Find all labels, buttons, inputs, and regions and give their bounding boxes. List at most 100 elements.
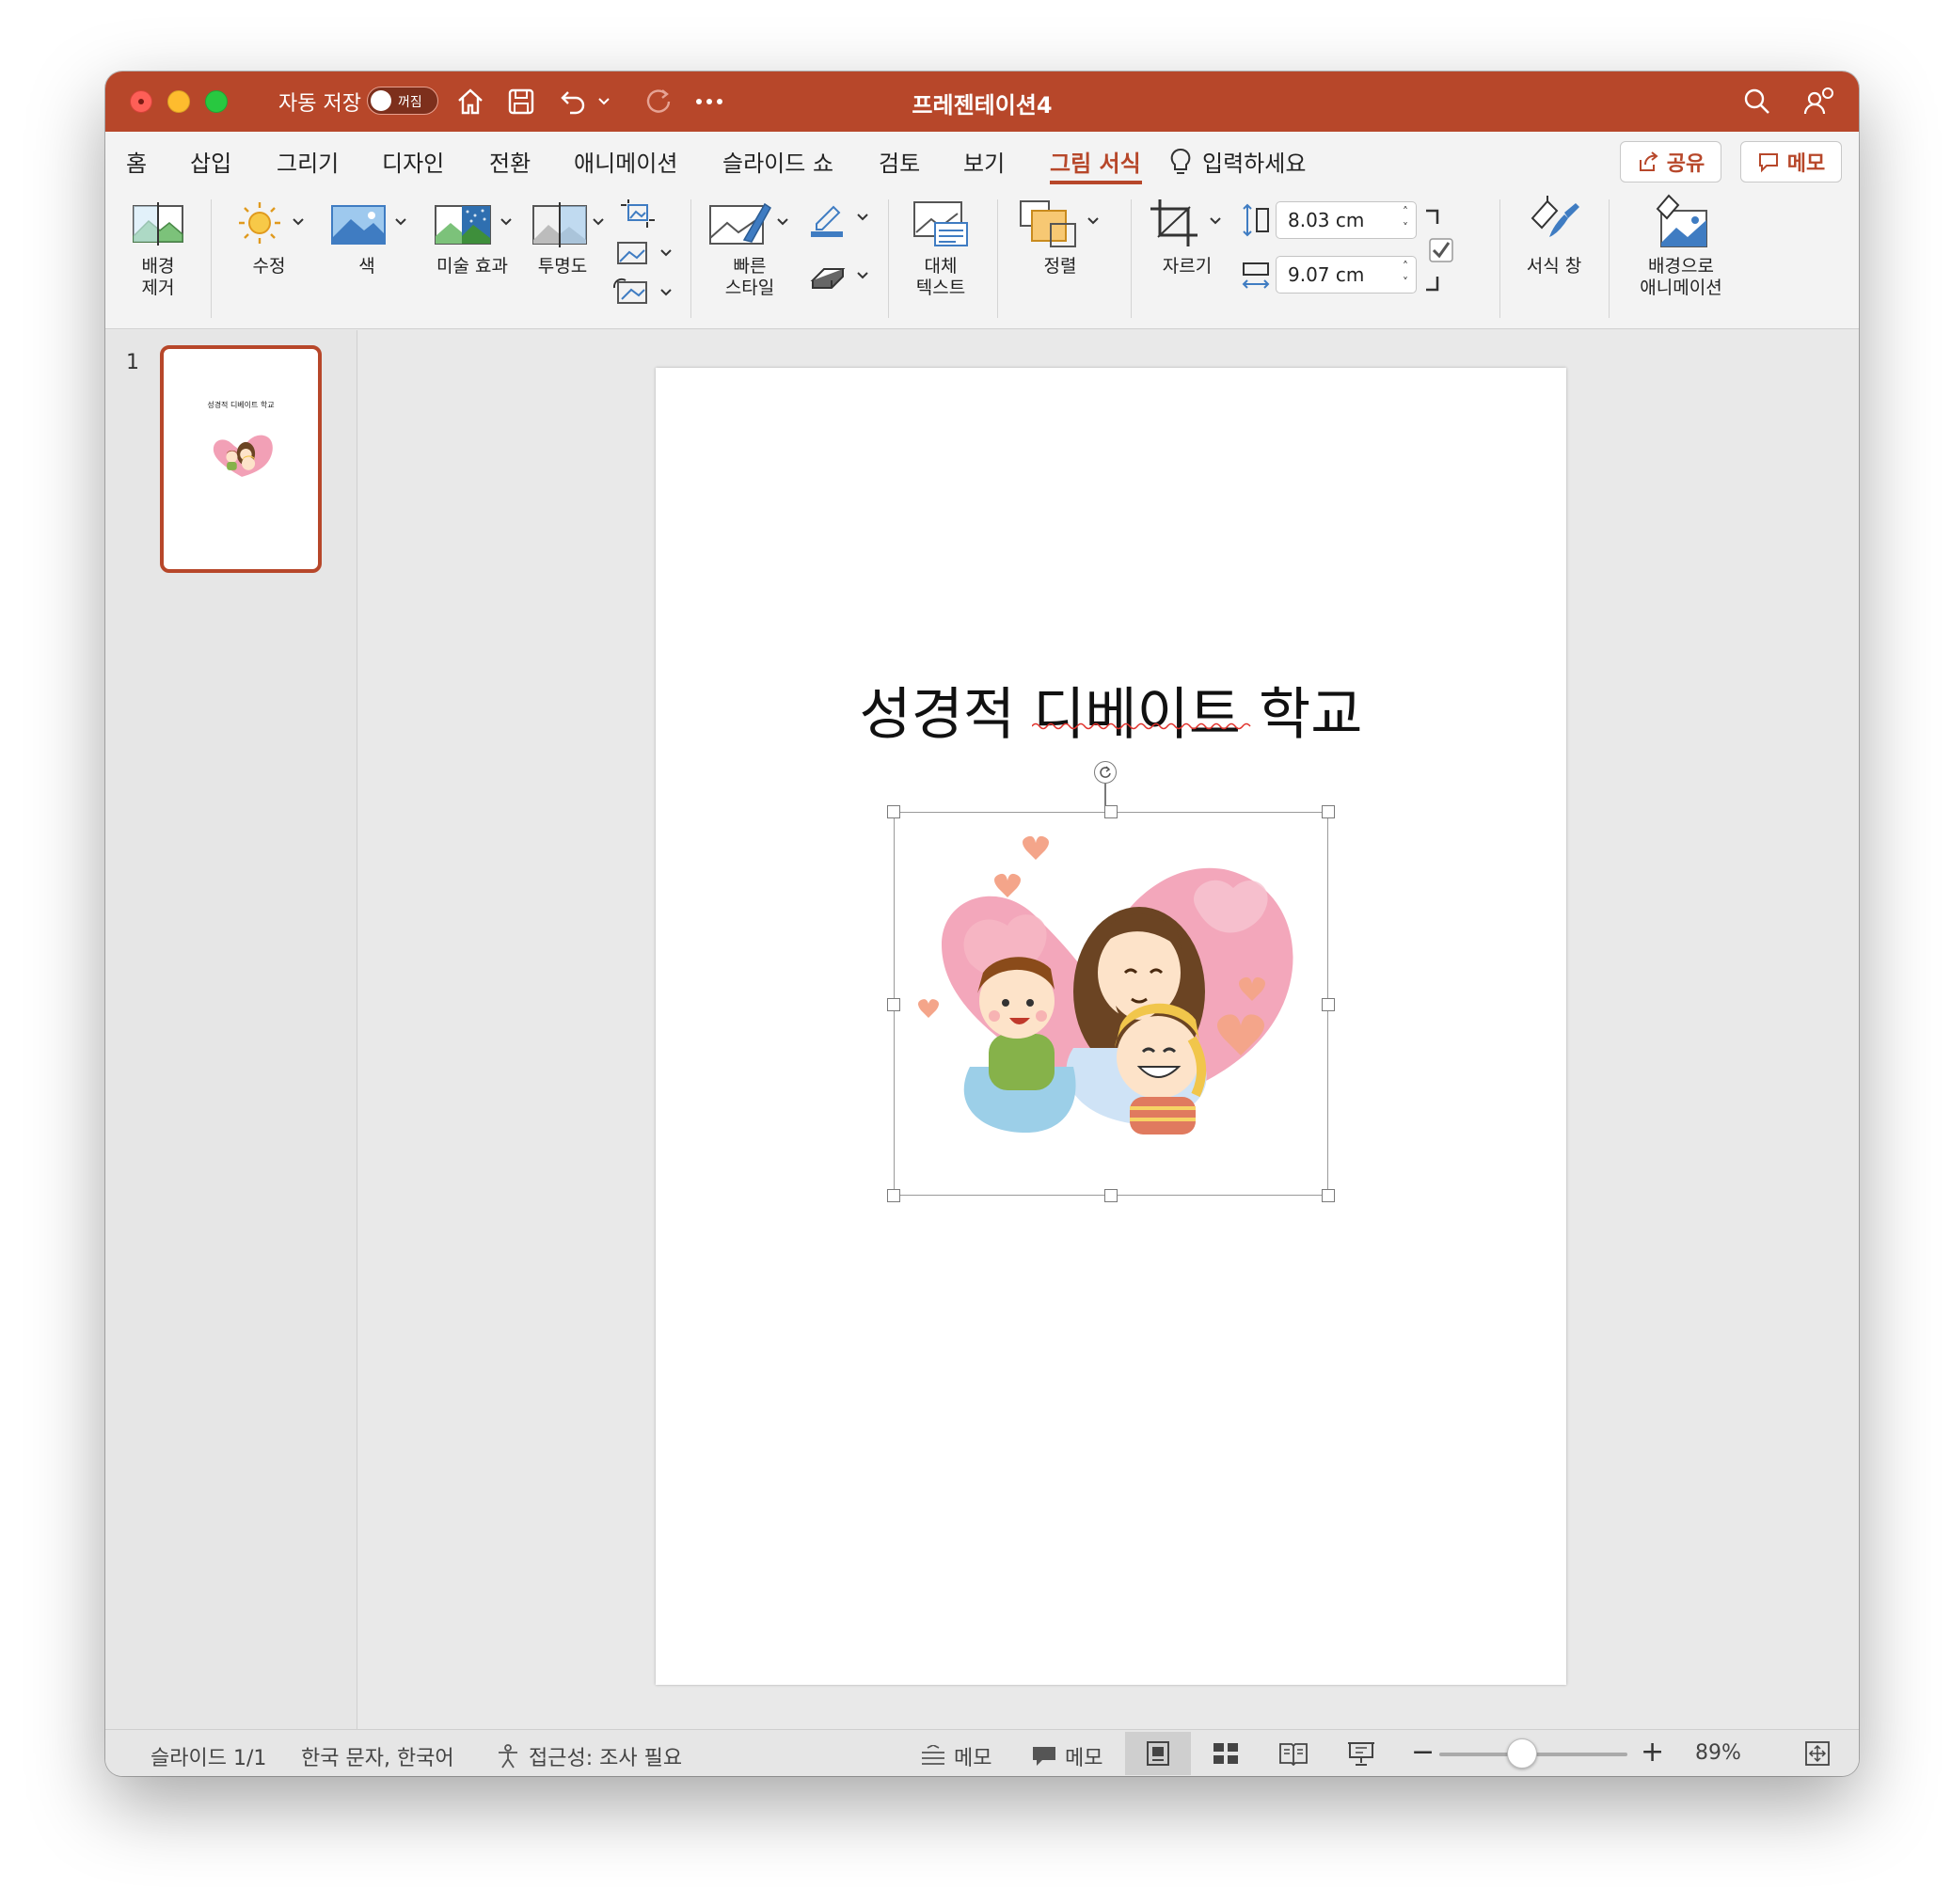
resize-handle-top-right[interactable]	[1322, 805, 1335, 818]
ribbon-toolbar: 배경 제거 수정 색 미술 효과 투명도 빠른 스타일 대체 텍스트 정렬 자르…	[105, 190, 1859, 329]
lock-aspect-ratio-toggle[interactable]	[1420, 203, 1458, 297]
tab-picture-format[interactable]: 그림 서식	[1050, 145, 1141, 178]
tab-animations[interactable]: 애니메이션	[574, 145, 677, 178]
animate-as-background-button[interactable]: 배경으로 애니메이션	[1620, 190, 1742, 299]
tab-view[interactable]: 보기	[963, 145, 1005, 178]
zoom-slider-thumb[interactable]	[1507, 1738, 1537, 1769]
artistic-effects-label: 미술 효과	[436, 256, 508, 277]
slide-title[interactable]: 성경적 디베이트 학교	[656, 669, 1566, 751]
width-value: 9.07 cm	[1288, 263, 1365, 286]
picture-color-icon	[320, 190, 414, 256]
alt-text-button[interactable]: 대체 텍스트	[896, 190, 986, 299]
crop-label: 자르기	[1162, 256, 1213, 277]
tab-home[interactable]: 홈	[126, 145, 147, 178]
comments-label: 메모	[1786, 152, 1826, 176]
arrange-button[interactable]: 정렬	[1008, 190, 1112, 278]
zoom-out-button[interactable]: −	[1411, 1736, 1435, 1769]
tab-draw[interactable]: 그리기	[277, 145, 339, 178]
slide-position: 슬라이드 1/1	[151, 1747, 267, 1770]
transparency-button[interactable]: 투명도	[516, 190, 610, 278]
accessibility-icon	[499, 1744, 517, 1769]
comments-status-button[interactable]: 메모	[1031, 1741, 1102, 1771]
fit-to-window-button[interactable]	[1799, 1732, 1836, 1775]
resize-handle-bottom[interactable]	[1104, 1189, 1118, 1202]
normal-view-button[interactable]	[1125, 1732, 1191, 1775]
ribbon-separator	[1609, 199, 1610, 318]
color-button[interactable]: 색	[320, 190, 414, 278]
quick-styles-button[interactable]: 빠른 스타일	[698, 190, 801, 299]
tell-me-label: 입력하세요	[1202, 151, 1307, 177]
arrange-icon	[1008, 190, 1112, 256]
notes-button[interactable]: 메모	[920, 1741, 991, 1771]
compress-pictures-button[interactable]	[610, 198, 666, 235]
width-input[interactable]: 9.07 cm ˄ ˅	[1276, 256, 1417, 294]
format-pane-button[interactable]: 서식 창	[1507, 190, 1601, 278]
rotate-icon	[1100, 766, 1111, 778]
picture-border-button[interactable]	[803, 201, 879, 239]
accessibility-status[interactable]: 접근성: 조사 필요	[495, 1741, 682, 1771]
tab-insert[interactable]: 삽입	[190, 145, 231, 178]
resize-handle-top-left[interactable]	[887, 805, 900, 818]
language-status[interactable]: 한국 문자, 한국어	[301, 1741, 454, 1771]
reset-picture-icon	[612, 278, 672, 304]
accessibility-label: 접근성: 조사 필요	[529, 1747, 683, 1770]
comments-status-label: 메모	[1065, 1747, 1103, 1770]
powerpoint-window: 자동 저장 꺼짐 프레젠테이션4 홈 삽입 그리기 디자인 전환 애니메이션 슬…	[105, 71, 1859, 1776]
ribbon-tabs: 홈 삽입 그리기 디자인 전환 애니메이션 슬라이드 쇼 검토 보기 그림 서식	[105, 132, 1859, 190]
family-heart-illustration	[918, 835, 1293, 1134]
slide-canvas[interactable]: 성경적 디베이트 학교	[656, 368, 1566, 1685]
ribbon-separator	[1131, 199, 1132, 318]
ribbon-separator	[888, 199, 889, 318]
transparency-icon	[516, 190, 610, 256]
remove-background-icon	[119, 190, 198, 256]
zoom-level[interactable]: 89%	[1695, 1741, 1741, 1765]
tab-slideshow[interactable]: 슬라이드 쇼	[722, 145, 833, 178]
crop-button[interactable]: 자르기	[1140, 190, 1234, 278]
comments-button[interactable]: 메모	[1740, 141, 1842, 182]
transparency-label: 투명도	[537, 256, 588, 277]
quick-styles-label-2: 스타일	[724, 278, 775, 298]
resize-handle-top[interactable]	[1104, 805, 1118, 818]
change-picture-button[interactable]	[610, 237, 681, 275]
height-input[interactable]: 8.03 cm ˄ ˅	[1276, 201, 1417, 239]
artistic-effects-button[interactable]: 미술 효과	[416, 190, 529, 278]
picture-effects-icon	[810, 268, 868, 289]
resize-handle-left[interactable]	[887, 998, 900, 1011]
height-stepper[interactable]: ˄ ˅	[1403, 204, 1408, 236]
animate-bg-label-1: 배경으로	[1648, 256, 1714, 277]
tab-review[interactable]: 검토	[879, 145, 920, 178]
share-button[interactable]: 공유	[1620, 141, 1721, 182]
slide-thumbnail[interactable]: 성경적 디베이트 학교	[160, 345, 322, 573]
status-bar: 슬라이드 1/1 한국 문자, 한국어 접근성: 조사 필요 메모 메모 − +	[105, 1729, 1859, 1776]
rotate-handle[interactable]	[1094, 761, 1117, 784]
comment-bubble-icon	[1033, 1747, 1055, 1766]
remove-background-button[interactable]: 배경 제거	[119, 190, 198, 299]
selected-picture[interactable]	[887, 805, 1335, 1202]
slideshow-view-button[interactable]	[1328, 1732, 1394, 1775]
resize-handle-bottom-left[interactable]	[887, 1189, 900, 1202]
tell-me-search[interactable]: 입력하세요	[1168, 145, 1306, 178]
document-title: 프레젠테이션4	[912, 92, 1053, 119]
width-stepper[interactable]: ˄ ˅	[1403, 259, 1408, 291]
ribbon-separator	[211, 199, 212, 318]
share-icon	[1639, 151, 1658, 171]
picture-effects-button[interactable]	[803, 260, 879, 297]
tab-design[interactable]: 디자인	[382, 145, 444, 178]
account-icon[interactable]	[1800, 85, 1838, 119]
animate-bg-label-2: 애니메이션	[1640, 278, 1722, 298]
lightbulb-icon	[1170, 148, 1191, 174]
slide-sorter-icon	[1213, 1743, 1238, 1764]
normal-view-icon	[1147, 1741, 1169, 1766]
reading-view-button[interactable]	[1261, 1732, 1326, 1775]
zoom-in-button[interactable]: +	[1641, 1736, 1664, 1769]
slide-sorter-view-button[interactable]	[1193, 1732, 1259, 1775]
reset-picture-button[interactable]	[610, 277, 681, 314]
corrections-button[interactable]: 수정	[222, 190, 316, 278]
resize-handle-bottom-right[interactable]	[1322, 1189, 1335, 1202]
tab-transitions[interactable]: 전환	[489, 145, 531, 178]
search-icon[interactable]	[1738, 85, 1776, 119]
thumbnail-title: 성경적 디베이트 학교	[207, 401, 275, 409]
slideshow-icon	[1348, 1742, 1374, 1766]
resize-handle-right[interactable]	[1322, 998, 1335, 1011]
height-value: 8.03 cm	[1288, 209, 1365, 231]
